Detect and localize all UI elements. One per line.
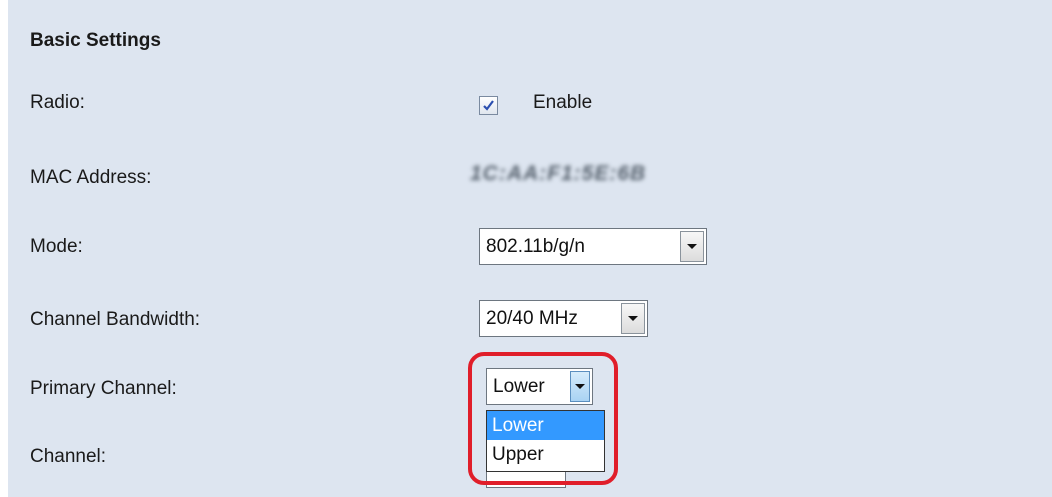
basic-settings-panel: Basic Settings Radio: Enable MAC Address…: [8, 0, 1052, 497]
radio-enable-checkbox[interactable]: [479, 96, 498, 115]
checkmark-icon: [483, 100, 494, 111]
callout-highlight-ring: [468, 352, 618, 485]
mode-select[interactable]: 802.11b/g/n: [479, 228, 707, 265]
channel-bandwidth-label: Channel Bandwidth:: [30, 309, 201, 330]
mode-label: Mode:: [30, 236, 83, 257]
channel-bandwidth-button[interactable]: [621, 303, 645, 334]
mac-address-value: 1C:AA:F1:5E:6B: [470, 162, 647, 185]
mac-address-label: MAC Address:: [30, 167, 152, 188]
mode-select-button[interactable]: [680, 231, 704, 262]
mode-select-value: 802.11b/g/n: [486, 235, 585, 257]
chevron-down-icon: [687, 244, 697, 249]
radio-label: Radio:: [30, 92, 85, 113]
channel-bandwidth-value: 20/40 MHz: [486, 307, 578, 329]
channel-label: Channel:: [30, 446, 107, 467]
channel-bandwidth-select[interactable]: 20/40 MHz: [479, 300, 648, 337]
primary-channel-label: Primary Channel:: [30, 378, 177, 399]
radio-enable-label: Enable: [533, 92, 593, 113]
section-title: Basic Settings: [30, 30, 161, 51]
chevron-down-icon: [628, 316, 638, 321]
